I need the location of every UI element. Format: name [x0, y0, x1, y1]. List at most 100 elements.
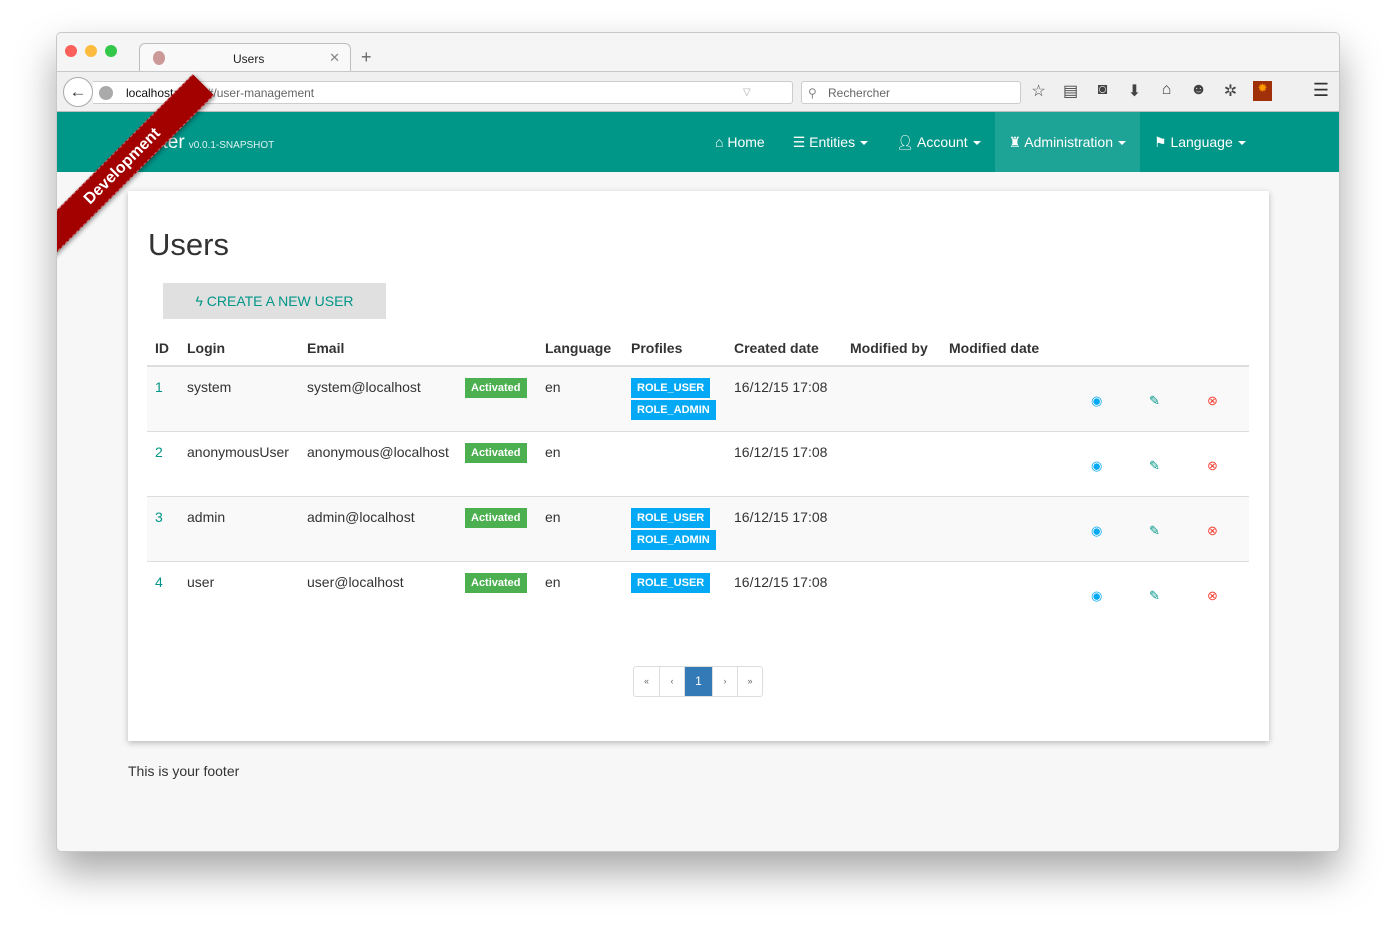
col-id[interactable]: ID	[155, 340, 169, 356]
delete-icon[interactable]: ⊗	[1207, 458, 1218, 474]
created-date: 16/12/15 17:08	[734, 574, 828, 590]
profiles: ROLE_USER ROLE_ADMIN	[631, 508, 716, 552]
table-row: 4 user user@localhost Activated en ROLE_…	[147, 562, 1249, 627]
user-login: user	[187, 574, 215, 590]
user-email: admin@localhost	[307, 509, 415, 525]
caret-down-icon	[860, 141, 869, 146]
search-input[interactable]: ⚲ Rechercher	[801, 81, 1021, 104]
user-icon: 👤︎	[896, 134, 914, 150]
role-badge: ROLE_ADMIN	[631, 400, 716, 420]
download-icon[interactable]: ⬇	[1125, 81, 1144, 101]
flag-icon: ⚑	[1153, 134, 1167, 150]
role-badge: ROLE_USER	[631, 508, 711, 528]
brand-version: v0.0.1-SNAPSHOT	[188, 140, 275, 151]
edit-pencil-icon[interactable]: ✎	[1149, 393, 1160, 409]
hamburger-menu-icon[interactable]: ☰	[1313, 80, 1329, 101]
user-email: system@localhost	[307, 379, 421, 395]
minimize-window-button[interactable]	[85, 45, 97, 57]
view-eye-icon[interactable]: ◉	[1091, 523, 1102, 539]
user-id-link[interactable]: 1	[155, 379, 163, 395]
nav-label: Home	[727, 134, 765, 150]
browser-tab[interactable]: Users ✕	[139, 43, 351, 72]
create-user-label: CREATE A NEW USER	[206, 293, 354, 309]
role-badge: ROLE_ADMIN	[631, 530, 716, 550]
nav-entities[interactable]: ☰ Entities	[779, 112, 882, 172]
nav-home[interactable]: ⌂ Home	[701, 112, 779, 172]
col-created-date[interactable]: Created date	[734, 340, 819, 356]
col-language[interactable]: Language	[545, 340, 611, 356]
user-language: en	[545, 444, 561, 460]
view-eye-icon[interactable]: ◉	[1091, 458, 1102, 474]
bolt-icon: ϟ	[195, 293, 203, 309]
chat-icon[interactable]: ☻	[1189, 81, 1208, 101]
profiles: ROLE_USER	[631, 573, 711, 595]
delete-icon[interactable]: ⊗	[1207, 523, 1218, 539]
user-id-link[interactable]: 4	[155, 574, 163, 590]
nav-label: Administration	[1024, 134, 1113, 150]
addon-icon[interactable]: ✹	[1253, 81, 1272, 101]
edit-pencil-icon[interactable]: ✎	[1149, 458, 1160, 474]
view-eye-icon[interactable]: ◉	[1091, 588, 1102, 604]
table-row: 2 anonymousUser anonymous@localhost Acti…	[147, 432, 1249, 497]
created-date: 16/12/15 17:08	[734, 509, 828, 525]
user-login: anonymousUser	[187, 444, 289, 460]
back-button[interactable]: ←	[63, 77, 93, 107]
created-date: 16/12/15 17:08	[734, 379, 828, 395]
last-page-button[interactable]: »	[737, 667, 762, 696]
user-email: anonymous@localhost	[307, 444, 449, 460]
col-login[interactable]: Login	[187, 340, 225, 356]
page-title: Users	[148, 227, 229, 262]
user-id-link[interactable]: 3	[155, 509, 163, 525]
view-eye-icon[interactable]: ◉	[1091, 393, 1102, 409]
reading-list-icon[interactable]: ▤	[1061, 81, 1080, 101]
home-icon: ⌂	[715, 134, 724, 150]
browser-window: Users ✕ + ← localhost:8080/#/user-manage…	[56, 32, 1340, 852]
bookmark-star-icon[interactable]: ☆	[1029, 81, 1048, 101]
extension-icon[interactable]: ✲	[1221, 81, 1240, 101]
prev-page-button[interactable]: ‹	[659, 667, 684, 696]
user-login: admin	[187, 509, 226, 525]
table-row: 3 admin admin@localhost Activated en ROL…	[147, 497, 1249, 562]
first-page-button[interactable]: «	[634, 667, 659, 696]
nav-language[interactable]: ⚑ Language	[1140, 112, 1260, 172]
delete-icon[interactable]: ⊗	[1207, 393, 1218, 409]
edit-pencil-icon[interactable]: ✎	[1149, 523, 1160, 539]
nav-administration[interactable]: ♜ Administration	[994, 112, 1140, 172]
table-header: ID Login Email Language Profiles Created…	[147, 331, 1249, 367]
pocket-icon[interactable]: ◙	[1093, 81, 1112, 101]
nav-account[interactable]: 👤︎ Account	[882, 112, 995, 172]
col-modified-date[interactable]: Modified date	[949, 340, 1039, 356]
close-tab-icon[interactable]: ✕	[329, 50, 340, 66]
delete-icon[interactable]: ⊗	[1207, 588, 1218, 604]
search-placeholder: Rechercher	[828, 86, 891, 100]
dropdown-icon[interactable]: ▽	[743, 82, 751, 104]
tower-icon: ♜	[1008, 134, 1022, 150]
col-modified-by[interactable]: Modified by	[850, 340, 928, 356]
browser-toolbar: ← localhost:8080/#/user-management ▽ ↻ ⚲…	[57, 71, 1339, 112]
favicon-icon	[153, 51, 165, 65]
user-email: user@localhost	[307, 574, 404, 590]
activated-badge[interactable]: Activated	[465, 508, 527, 528]
user-id-link[interactable]: 2	[155, 444, 163, 460]
col-email[interactable]: Email	[307, 340, 344, 356]
url-host: localhost	[126, 86, 174, 100]
new-tab-button[interactable]: +	[361, 47, 372, 68]
user-language: en	[545, 379, 561, 395]
users-table: ID Login Email Language Profiles Created…	[147, 331, 1249, 627]
maximize-window-button[interactable]	[105, 45, 117, 57]
created-date: 16/12/15 17:08	[734, 444, 828, 460]
user-language: en	[545, 509, 561, 525]
activated-badge[interactable]: Activated	[465, 443, 527, 463]
create-user-button[interactable]: ϟ CREATE A NEW USER	[163, 283, 386, 319]
activated-badge[interactable]: Activated	[465, 378, 527, 398]
next-page-button[interactable]: ›	[712, 667, 737, 696]
footer: This is your footer	[128, 763, 240, 779]
activated-badge[interactable]: Activated	[465, 573, 527, 593]
page-1-button[interactable]: 1	[684, 667, 712, 696]
edit-pencil-icon[interactable]: ✎	[1149, 588, 1160, 604]
pagination: « ‹ 1 › »	[633, 666, 763, 697]
close-window-button[interactable]	[65, 45, 77, 57]
col-profiles: Profiles	[631, 340, 683, 356]
home-icon[interactable]: ⌂	[1157, 81, 1176, 101]
users-panel: Users ϟ CREATE A NEW USER ID Login Email…	[128, 191, 1269, 741]
